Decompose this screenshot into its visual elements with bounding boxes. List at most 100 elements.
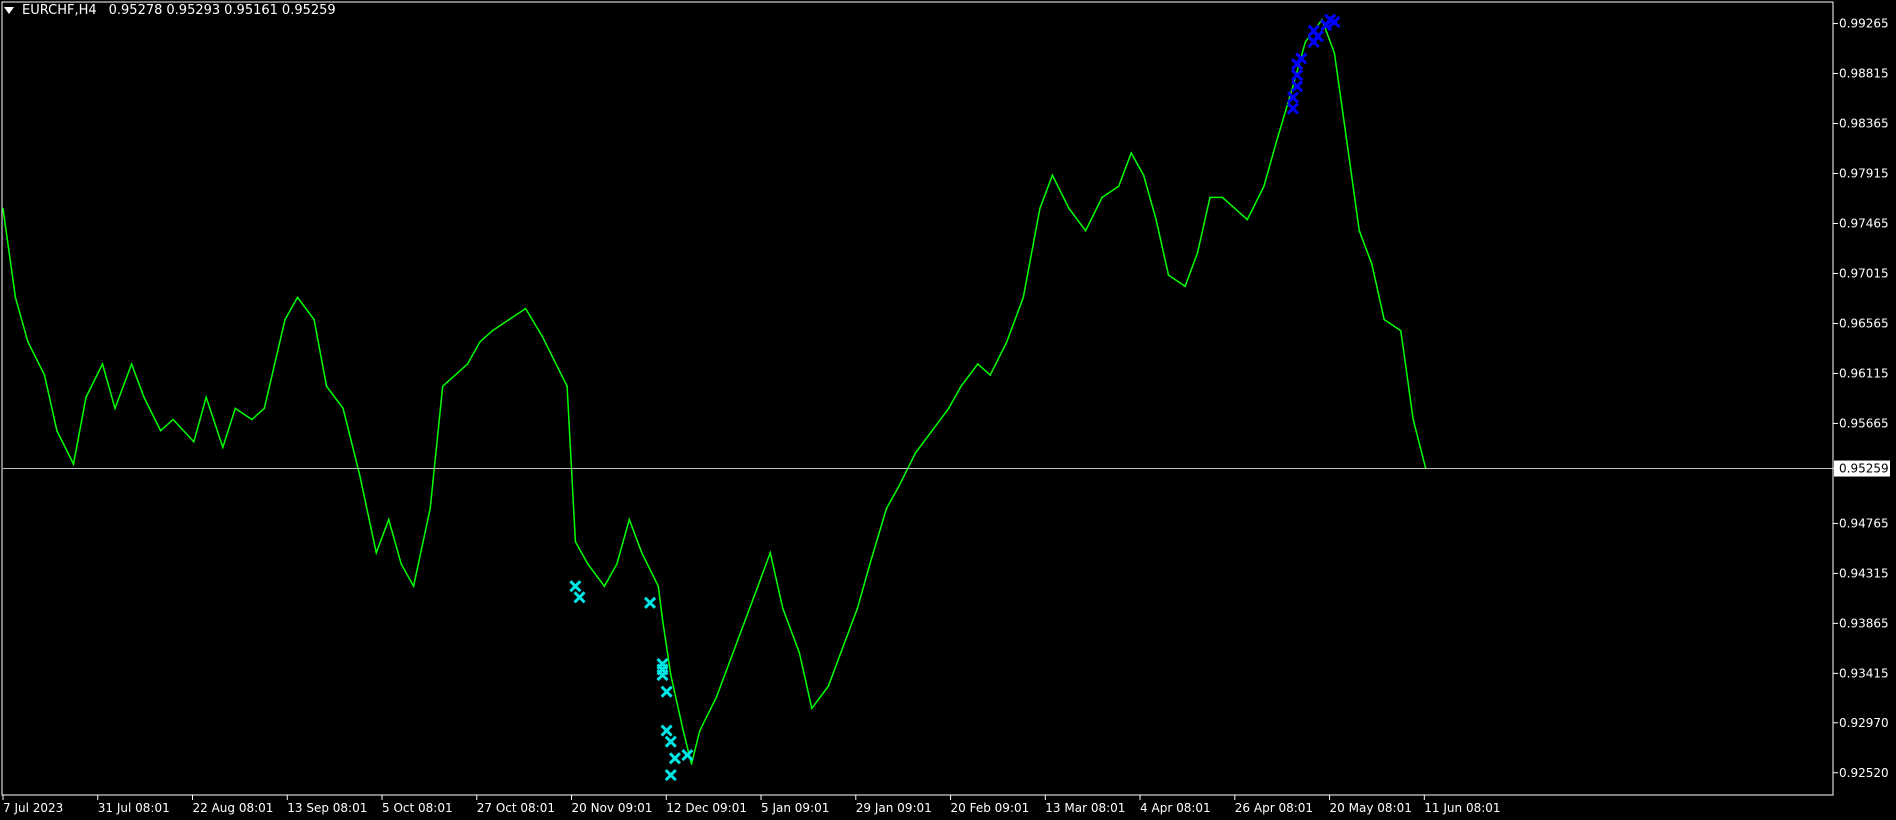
price-point <box>1051 174 1054 176</box>
x-tick-label: 4 Apr 08:01 <box>1140 801 1211 815</box>
price-point <box>989 374 991 376</box>
price-point <box>885 507 888 510</box>
price-point <box>491 329 494 332</box>
price-point <box>566 385 568 388</box>
price-point <box>387 518 390 521</box>
price-point <box>1196 252 1199 254</box>
price-point <box>1068 207 1070 210</box>
price-point <box>1022 296 1025 299</box>
price-point <box>811 707 813 710</box>
price-point <box>670 674 672 676</box>
high-value: 0.95293 <box>166 3 221 18</box>
price-point <box>375 552 378 554</box>
price-point <box>72 463 75 465</box>
price-point <box>1358 229 1361 232</box>
y-tick-label: 0.96565 <box>1839 316 1889 330</box>
y-tick-label: 0.97015 <box>1839 266 1889 280</box>
price-point <box>869 563 871 565</box>
price-point <box>251 418 253 421</box>
price-point <box>657 585 660 587</box>
chart-header: EURCHF,H4 0.95278 0.95293 0.95161 0.9525… <box>4 3 336 18</box>
price-point <box>1167 274 1170 276</box>
price-point <box>234 407 237 410</box>
price-point <box>574 540 577 543</box>
price-point <box>524 307 527 310</box>
collapse-triangle-icon[interactable] <box>4 7 14 14</box>
price-point <box>2 207 4 210</box>
price-point <box>56 429 58 432</box>
x-tick-label: 20 May 08:01 <box>1330 801 1412 815</box>
price-point <box>1130 152 1132 154</box>
price-point <box>205 396 207 399</box>
price-point <box>412 585 415 587</box>
price-point <box>715 696 718 698</box>
price-point <box>130 363 133 365</box>
y-tick-label: 0.97915 <box>1839 167 1889 181</box>
price-point <box>1304 41 1307 43</box>
y-tick-label: 0.98815 <box>1839 67 1889 81</box>
price-point <box>682 729 684 732</box>
price-point <box>757 585 759 587</box>
price-point <box>976 363 979 365</box>
price-point <box>1101 196 1103 199</box>
price-point <box>466 363 469 365</box>
price-point <box>222 446 224 449</box>
price-point <box>1292 85 1294 88</box>
y-tick-label: 0.93415 <box>1839 666 1889 680</box>
price-point <box>931 429 933 432</box>
low-value: 0.95161 <box>224 3 278 18</box>
x-tick-label: 20 Feb 09:01 <box>951 801 1030 815</box>
x-tick-label: 5 Oct 08:01 <box>382 801 453 815</box>
price-point <box>400 563 403 565</box>
y-tick-label: 0.94315 <box>1839 566 1889 580</box>
price-point <box>947 407 950 410</box>
price-point <box>114 407 116 410</box>
price-point <box>479 341 481 343</box>
y-tick-label: 0.95665 <box>1839 416 1889 430</box>
x-tick-label: 5 Jan 09:01 <box>761 801 829 815</box>
price-point <box>699 729 701 732</box>
price-point <box>1142 174 1145 176</box>
price-point <box>1117 185 1120 188</box>
x-tick-label: 13 Mar 08:01 <box>1045 801 1125 815</box>
price-point <box>1234 207 1236 210</box>
price-point <box>508 318 510 321</box>
x-tick-label: 12 Dec 09:01 <box>666 801 747 815</box>
price-point <box>313 318 315 321</box>
price-point <box>159 429 162 432</box>
y-tick-label: 0.98365 <box>1839 117 1889 131</box>
price-chart[interactable]: 0.99265 0.98815 0.98365 0.97915 0.97465 0.970… <box>0 0 1896 820</box>
x-tick-label: 11 Jun 08:01 <box>1424 801 1500 815</box>
price-point <box>1039 207 1041 210</box>
price-point <box>358 474 361 476</box>
x-tick-label: 13 Sep 08:01 <box>287 801 367 815</box>
price-point <box>1263 185 1265 188</box>
price-point <box>603 585 606 587</box>
chart-frame <box>1 1 1834 796</box>
price-point <box>628 518 631 521</box>
y-tick-label: 0.99265 <box>1839 17 1889 31</box>
price-point <box>587 563 589 565</box>
price-point <box>641 552 643 554</box>
price-point <box>1371 263 1373 265</box>
price-point <box>856 607 859 610</box>
y-tick-label: 0.97465 <box>1839 216 1889 230</box>
price-point <box>840 652 842 654</box>
x-tick-label: 27 Oct 08:01 <box>477 801 555 815</box>
y-tick-label: 0.92520 <box>1839 766 1889 780</box>
price-point <box>27 341 29 343</box>
price-point <box>263 407 266 410</box>
y-tick-label: 0.92970 <box>1839 716 1889 730</box>
x-tick-label: 26 Apr 08:01 <box>1235 801 1313 815</box>
open-value: 0.95278 <box>108 3 163 18</box>
price-point <box>1209 196 1211 199</box>
price-point <box>616 563 618 565</box>
price-point <box>85 396 87 399</box>
price-point <box>827 685 830 687</box>
price-point <box>769 552 772 554</box>
price-point <box>441 385 444 388</box>
price-point <box>284 318 286 321</box>
price-point <box>172 418 174 421</box>
price-point <box>1084 229 1087 232</box>
y-tick-label: 0.96115 <box>1839 366 1889 380</box>
